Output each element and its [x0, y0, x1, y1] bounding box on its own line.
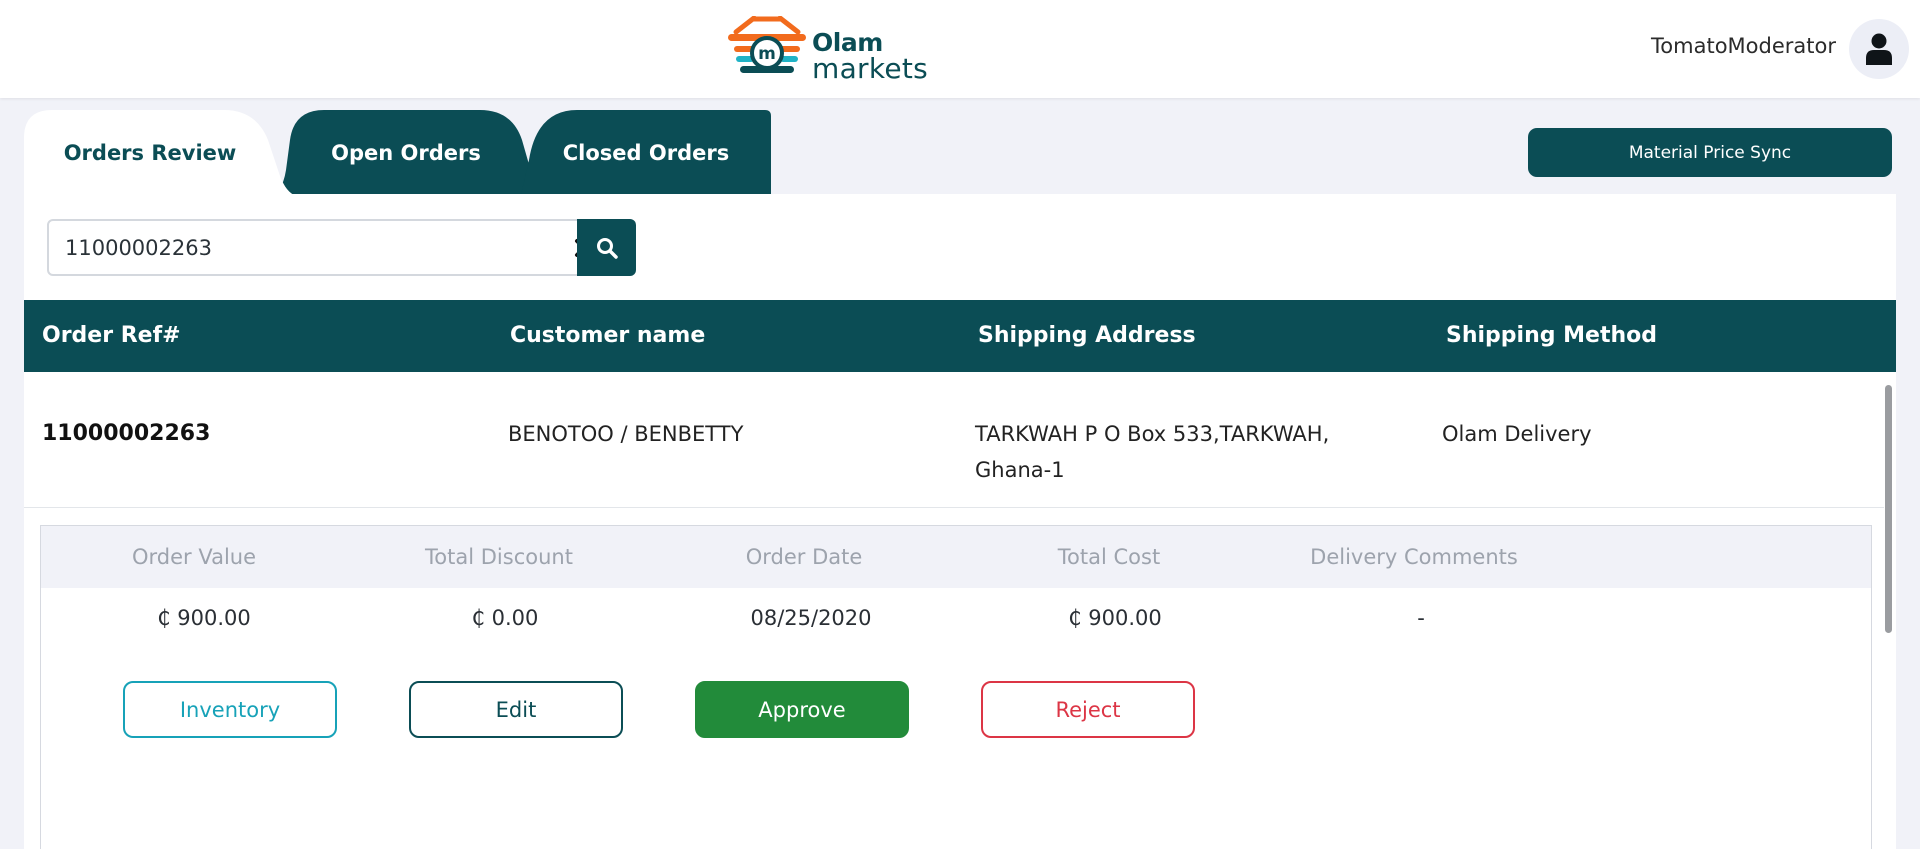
- search-icon: [596, 237, 618, 259]
- user-avatar[interactable]: [1849, 19, 1909, 79]
- material-price-sync-button[interactable]: Material Price Sync: [1528, 128, 1892, 177]
- column-header-shipping-method: Shipping Method: [1446, 323, 1658, 348]
- search-button[interactable]: [577, 219, 636, 276]
- order-search-input[interactable]: [65, 221, 525, 274]
- app-header: m Olam markets TomatoModerator: [0, 0, 1920, 98]
- search-box: [47, 219, 634, 276]
- total-discount: ₵ 0.00: [471, 606, 539, 630]
- scrollbar-thumb[interactable]: [1885, 385, 1892, 633]
- reject-button[interactable]: Reject: [981, 681, 1195, 738]
- shipping-address-line2: Ghana-1: [975, 458, 1065, 482]
- logo-text-markets: markets: [812, 52, 929, 85]
- approve-button[interactable]: Approve: [695, 681, 909, 738]
- order-tabs: Open Orders Closed Orders Orders Review: [24, 110, 784, 195]
- column-header-order-ref: Order Ref#: [42, 323, 181, 348]
- tab-closed-orders-label: Closed Orders: [562, 140, 730, 165]
- username-label: TomatoModerator: [1651, 34, 1836, 58]
- tab-orders-review[interactable]: Orders Review: [24, 110, 294, 195]
- delivery-comments: -: [1417, 606, 1425, 630]
- orders-panel: Order Ref# Customer name Shipping Addres…: [24, 194, 1896, 849]
- basket-logo-icon: m: [728, 15, 806, 73]
- detail-header-total-cost: Total Cost: [1057, 545, 1161, 569]
- detail-header-order-date: Order Date: [745, 545, 863, 569]
- details-header: Order Value Total Discount Order Date To…: [41, 526, 1871, 588]
- svg-text:m: m: [758, 44, 776, 64]
- edit-button[interactable]: Edit: [409, 681, 623, 738]
- order-value: ₵ 900.00: [157, 606, 251, 630]
- detail-header-delivery-comments: Delivery Comments: [1310, 545, 1518, 569]
- row-divider: [24, 507, 1884, 508]
- inventory-button[interactable]: Inventory: [123, 681, 337, 738]
- tab-open-orders[interactable]: Open Orders: [268, 110, 544, 195]
- shipping-address-line1: TARKWAH P O Box 533,TARKWAH,: [975, 422, 1330, 446]
- tab-closed-orders[interactable]: Closed Orders: [521, 110, 771, 195]
- order-date: 08/25/2020: [750, 606, 872, 630]
- column-header-customer-name: Customer name: [510, 323, 706, 348]
- total-cost: ₵ 900.00: [1068, 606, 1162, 630]
- tab-orders-review-label: Orders Review: [63, 140, 237, 165]
- order-ref-cell: 11000002263: [42, 421, 211, 446]
- order-details-panel: Order Value Total Discount Order Date To…: [40, 525, 1872, 849]
- detail-header-order-value: Order Value: [131, 545, 257, 569]
- customer-name-cell: BENOTOO / BENBETTY: [508, 422, 744, 446]
- shipping-method-cell: Olam Delivery: [1442, 422, 1592, 446]
- olam-markets-logo[interactable]: m Olam markets: [726, 15, 929, 85]
- detail-header-total-discount: Total Discount: [425, 545, 573, 569]
- orders-table-header: Order Ref# Customer name Shipping Addres…: [24, 300, 1896, 372]
- column-header-shipping-address: Shipping Address: [978, 323, 1196, 348]
- tab-open-orders-label: Open Orders: [331, 140, 481, 165]
- user-icon: [1866, 33, 1892, 65]
